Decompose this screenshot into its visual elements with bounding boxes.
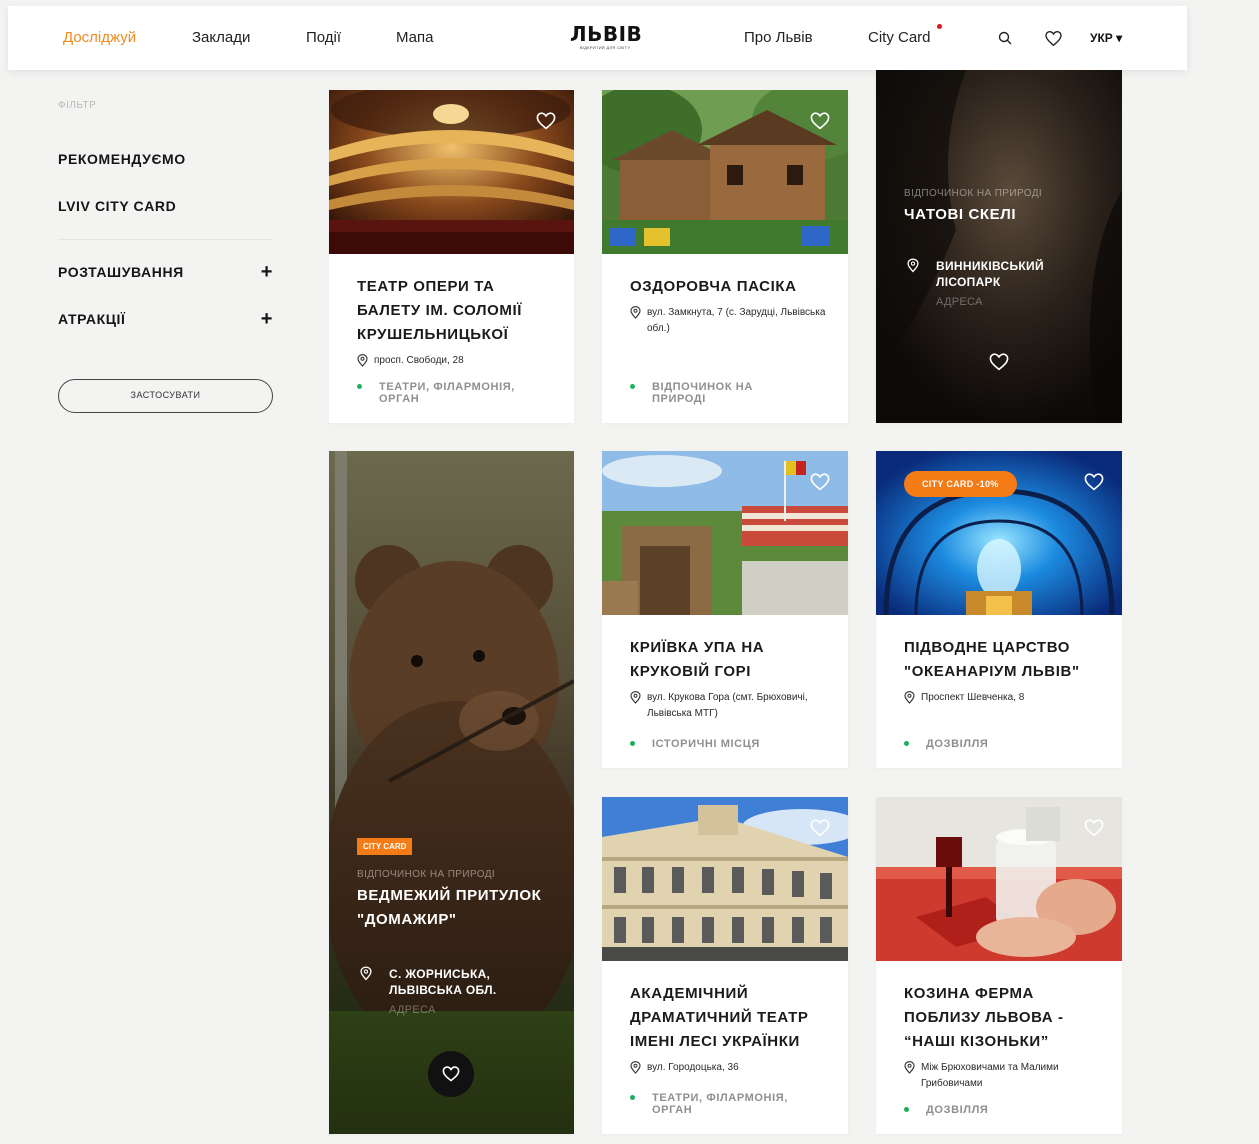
card-photo [329,451,574,1134]
expand-plus-icon[interactable]: + [261,308,273,331]
favorites-heart-icon[interactable] [1043,28,1063,48]
card-address-text: вул. Городоцька, 36 [647,1062,739,1073]
card-category[interactable]: ДОЗВІЛЛЯ [904,738,1082,750]
card-content: КОЗИНА ФЕРМА ПОБЛИЗУ ЛЬВОВА - “НАШІ КІЗО… [904,982,1100,1092]
apply-filter-button[interactable]: ЗАСТОСУВАТИ [58,379,273,413]
filter-attractions[interactable]: АТРАКЦІЇ + [58,308,273,330]
card-title[interactable]: ВЕДМЕЖИЙ ПРИТУЛОК "ДОМАЖИР" [357,884,554,932]
card-category[interactable]: ТЕАТРИ, ФІЛАРМОНІЯ, ОРГАН [357,381,534,405]
card-title[interactable]: ТЕАТР ОПЕРИ ТА БАЛЕТУ ІМ. СОЛОМІЇ КРУШЕЛ… [357,275,552,347]
logo-subtitle: ВІДКРИТИЙ ДЛЯ СВІТУ [579,45,631,50]
location-pin-icon [357,354,368,367]
card-address: вул. Городоцька, 36 [630,1060,826,1076]
card-title[interactable]: ПІДВОДНЕ ЦАРСТВО "ОКЕАНАРІУМ ЛЬВІВ" [904,636,1100,684]
filter-label: ФІЛЬТР [58,100,97,111]
notification-dot [937,24,942,29]
filter-location[interactable]: РОЗТАШУВАННЯ + [58,261,273,283]
favorite-heart-icon[interactable] [536,112,556,132]
heart-icon [442,1066,460,1082]
card-content: ПІДВОДНЕ ЦАРСТВО "ОКЕАНАРІУМ ЛЬВІВ" Прос… [904,636,1100,706]
location-pin-icon [630,1061,641,1074]
filter-recommended[interactable]: РЕКОМЕНДУЄМО [58,151,273,167]
favorite-heart-icon[interactable] [1084,473,1104,493]
place-card[interactable]: КРИЇВКА УПА НА КРУКОВІЙ ГОРІ вул. Круков… [602,451,848,768]
card-location-sub: АДРЕСА [936,296,983,308]
card-address-text: Проспект Шевченка, 8 [921,692,1025,703]
card-location-block: ВИННИКІВСЬКИЙ ЛІСОПАРК АДРЕСА [904,258,1102,310]
filter-attractions-label: АТРАКЦІЇ [58,311,126,327]
location-pin-icon [904,1061,915,1074]
location-pin-icon [904,691,915,704]
filter-lviv-city-card[interactable]: LVIV CITY CARD [58,198,273,214]
nav-explore[interactable]: Досліджуй [63,6,136,70]
nav-venues[interactable]: Заклади [192,6,250,70]
location-pin-icon [630,691,641,704]
card-location-sub: АДРЕСА [389,1004,436,1016]
card-location: ВИННИКІВСЬКИЙ ЛІСОПАРК АДРЕСА [904,258,1102,310]
card-address: вул. Крукова Гора (смт. Брюховичі, Львів… [630,690,826,722]
site-logo[interactable]: ЛЬВІВ ВІДКРИТИЙ ДЛЯ СВІТУ [570,22,643,50]
favorite-heart-icon[interactable] [810,473,830,493]
favorite-heart-icon[interactable] [1084,819,1104,839]
card-category[interactable]: ВІДПОЧИНОК НА ПРИРОДІ [630,381,808,405]
place-card[interactable]: ТЕАТР ОПЕРИ ТА БАЛЕТУ ІМ. СОЛОМІЇ КРУШЕЛ… [329,90,574,423]
card-content: ТЕАТР ОПЕРИ ТА БАЛЕТУ ІМ. СОЛОМІЇ КРУШЕЛ… [357,275,552,369]
top-navigation: Досліджуй Заклади Події Мапа ЛЬВІВ ВІДКР… [8,6,1187,70]
card-category[interactable]: ДОЗВІЛЛЯ [904,1104,1082,1116]
featured-place-card[interactable]: ВІДПОЧИНОК НА ПРИРОДІ ЧАТОВІ СКЕЛІ ВИННИ… [876,70,1122,423]
favorite-heart-button[interactable] [428,1051,474,1097]
card-title[interactable]: КРИЇВКА УПА НА КРУКОВІЙ ГОРІ [630,636,826,684]
card-title[interactable]: ОЗДОРОВЧА ПАСІКА [630,275,826,299]
nav-about-lviv[interactable]: Про Львів [744,6,813,70]
nav-events[interactable]: Події [306,6,341,70]
card-address-text: просп. Свободи, 28 [374,355,464,366]
city-card-discount-badge: CITY CARD -10% [904,471,1017,497]
card-category: ВІДПОЧИНОК НА ПРИРОДІ [357,869,496,880]
featured-place-card[interactable]: CITY CARD ВІДПОЧИНОК НА ПРИРОДІ ВЕДМЕЖИЙ… [329,451,574,1134]
card-content: КРИЇВКА УПА НА КРУКОВІЙ ГОРІ вул. Круков… [630,636,826,722]
card-location-text: ВИННИКІВСЬКИЙ ЛІСОПАРК [936,259,1044,289]
location-pin-icon [907,258,919,273]
card-category[interactable]: ІСТОРИЧНІ МІСЦЯ [630,738,808,750]
card-address: Між Брюховичами та Малими Грибовичами [904,1060,1100,1092]
card-overlay-text: ВІДПОЧИНОК НА ПРИРОДІ ЧАТОВІ СКЕЛІ [904,188,1102,227]
place-card[interactable]: КОЗИНА ФЕРМА ПОБЛИЗУ ЛЬВОВА - “НАШІ КІЗО… [876,797,1122,1134]
expand-plus-icon[interactable]: + [261,261,273,284]
card-content: ОЗДОРОВЧА ПАСІКА вул. Замкнута, 7 (с. За… [630,275,826,337]
card-title[interactable]: КОЗИНА ФЕРМА ПОБЛИЗУ ЛЬВОВА - “НАШІ КІЗО… [904,982,1100,1054]
language-selector[interactable]: УКР ▾ [1090,6,1122,70]
card-category[interactable]: ТЕАТРИ, ФІЛАРМОНІЯ, ОРГАН [630,1092,808,1116]
place-card[interactable]: CITY CARD -10% ПІДВОДНЕ ЦАРСТВО "ОКЕАНАР… [876,451,1122,768]
card-overlay-text: CITY CARD ВІДПОЧИНОК НА ПРИРОДІ ВЕДМЕЖИЙ… [357,836,554,932]
card-title[interactable]: АКАДЕМІЧНИЙ ДРАМАТИЧНИЙ ТЕАТР ІМЕНІ ЛЕСІ… [630,982,826,1054]
logo-title: ЛЬВІВ [570,22,643,46]
place-card[interactable]: АКАДЕМІЧНИЙ ДРАМАТИЧНИЙ ТЕАТР ІМЕНІ ЛЕСІ… [602,797,848,1134]
place-card[interactable]: ОЗДОРОВЧА ПАСІКА вул. Замкнута, 7 (с. За… [602,90,848,423]
card-title[interactable]: ЧАТОВІ СКЕЛІ [904,203,1102,227]
search-icon[interactable] [995,28,1015,48]
favorite-heart-icon[interactable] [810,112,830,132]
card-address-text: Між Брюховичами та Малими Грибовичами [921,1062,1059,1089]
sidebar-divider [58,239,273,240]
card-category: ВІДПОЧИНОК НА ПРИРОДІ [904,188,1043,199]
location-pin-icon [630,306,641,319]
favorite-heart-icon[interactable] [989,353,1009,376]
card-address-text: вул. Замкнута, 7 (с. Зарудці, Львівська … [647,307,826,334]
nav-map[interactable]: Мапа [396,6,433,70]
card-address-text: вул. Крукова Гора (смт. Брюховичі, Львів… [647,692,808,719]
card-location: С. ЖОРНИСЬКА, ЛЬВІВСЬКА ОБЛ. АДРЕСА [357,966,554,1018]
card-location-text: С. ЖОРНИСЬКА, ЛЬВІВСЬКА ОБЛ. [389,967,497,997]
location-pin-icon [360,966,372,981]
card-content: АКАДЕМІЧНИЙ ДРАМАТИЧНИЙ ТЕАТР ІМЕНІ ЛЕСІ… [630,982,826,1076]
card-address: вул. Замкнута, 7 (с. Зарудці, Львівська … [630,305,826,337]
card-address: просп. Свободи, 28 [357,353,552,369]
city-card-badge: CITY CARD [357,838,413,855]
favorite-heart-icon[interactable] [810,819,830,839]
nav-city-card[interactable]: City Card [868,6,931,70]
filter-location-label: РОЗТАШУВАННЯ [58,264,184,280]
card-address: Проспект Шевченка, 8 [904,690,1100,706]
card-location-block: С. ЖОРНИСЬКА, ЛЬВІВСЬКА ОБЛ. АДРЕСА [357,966,554,1018]
